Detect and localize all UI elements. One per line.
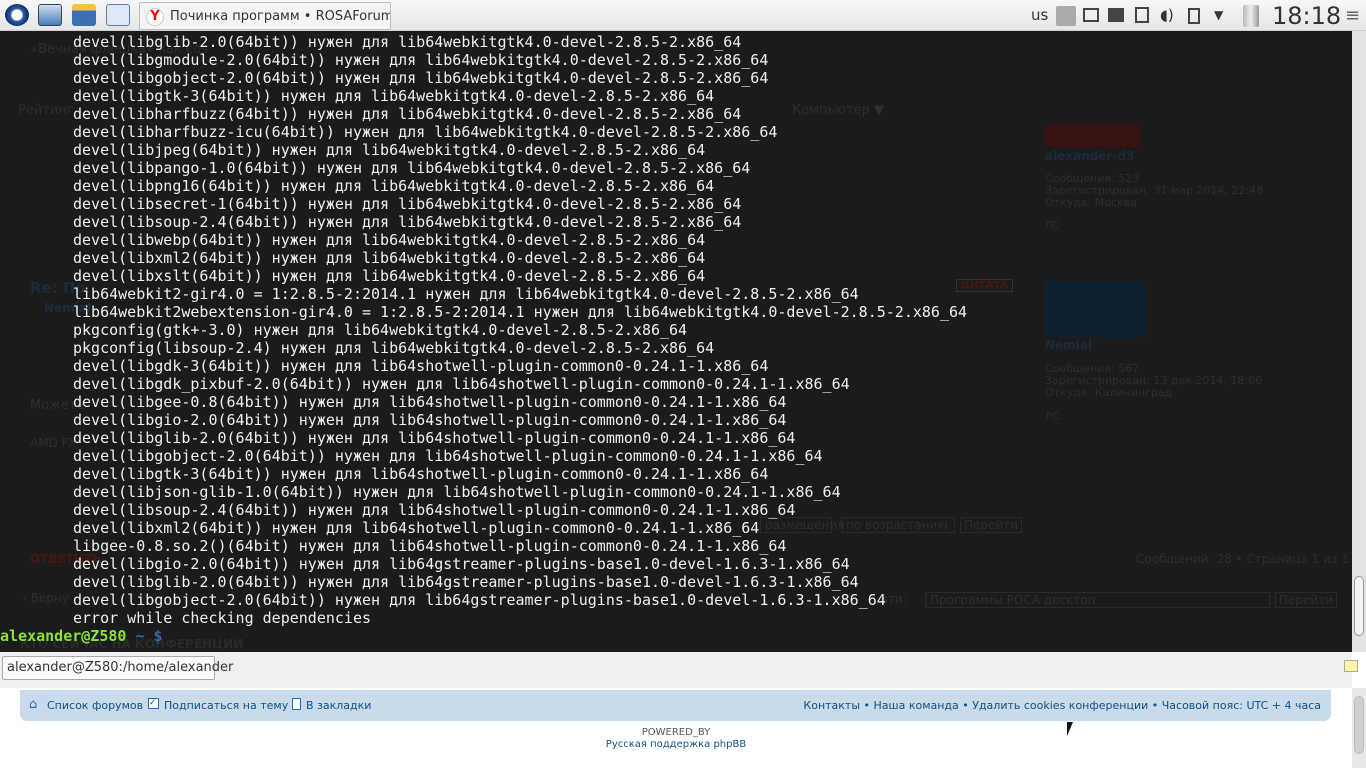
bg-go-button-2: Перейти (1275, 592, 1337, 608)
bg-go-button: Перейти (960, 517, 1022, 533)
footer-right-links[interactable]: Контакты • Наша команда • Удалить cookie… (803, 699, 1321, 712)
label: Откуда: (1045, 196, 1092, 209)
taskbar-window-button[interactable]: Y Починка программ • ROSAForum — (139, 2, 391, 30)
terminal-line: devel(libsoup-2.4(64bit)) нужен для lib6… (73, 213, 742, 231)
value: 31 мар 2014, 22:48 (1153, 184, 1264, 197)
window-title: Починка программ • ROSAForum — (170, 9, 391, 24)
tray-expand-icon[interactable]: ▼ (1214, 0, 1223, 31)
phpbb-support-link[interactable]: Русская поддержка phpBB (0, 739, 1352, 750)
volume-icon[interactable]: ◖) (1160, 0, 1174, 31)
bg-sort-order: по возрастанию (841, 517, 955, 533)
bg-pm-1: ЛС (1045, 220, 1060, 231)
terminal-line: libgee-0.8.so.2()(64bit) нужен для lib64… (73, 537, 787, 555)
terminal-line: devel(libgio-2.0(64bit)) нужен для lib64… (73, 411, 787, 429)
file-manager-icon[interactable] (72, 4, 96, 26)
bg-jump-select: Программы РОСА десктоп (925, 592, 1270, 608)
bg-user-from-2: Откуда: Калининград (1045, 386, 1172, 399)
terminal-line: error while checking dependencies (73, 609, 372, 627)
terminal-line: devel(libsoup-2.4(64bit)) нужен для lib6… (73, 501, 796, 519)
new-tab-icon[interactable] (1344, 660, 1358, 672)
bg-user-from-1: Откуда: Москва (1045, 196, 1137, 209)
terminal-line: devel(libwebp(64bit)) нужен для lib64web… (73, 231, 706, 249)
terminal-line: pkgconfig(libsoup-2.4) нужен для lib64we… (73, 339, 715, 357)
terminal-scrollbar[interactable] (1352, 31, 1366, 652)
terminal-line: devel(libgtk-3(64bit)) нужен для lib64we… (73, 87, 715, 105)
terminal-line: lib64webkit2webextension-gir4.0 = 1:2.8.… (73, 303, 968, 321)
powered-by: POWERED_BY (641, 727, 711, 738)
terminal-scroll-thumb[interactable] (1354, 576, 1364, 636)
clock[interactable]: 18:18 (1272, 1, 1341, 31)
text-editor-icon[interactable] (106, 4, 130, 26)
value: Калининград (1094, 386, 1173, 399)
bg-sort-by: размещения (760, 517, 844, 533)
terminal-line: devel(libpango-1.0(64bit)) нужен для lib… (73, 159, 751, 177)
terminal-line: devel(libglib-2.0(64bit)) нужен для lib6… (73, 429, 796, 447)
taskbar: Y Починка программ • ROSAForum — us ◖) ▼ … (0, 0, 1366, 31)
terminal-line: devel(libgdk-3(64bit)) нужен для lib64sh… (73, 357, 769, 375)
terminal-line: devel(libglib-2.0(64bit)) нужен для lib6… (73, 33, 742, 51)
terminal-line: devel(libharfbuzz(64bit)) нужен для lib6… (73, 105, 742, 123)
home-icon: ⌂ (29, 697, 38, 712)
terminal-line: devel(libgobject-2.0(64bit)) нужен для l… (73, 69, 769, 87)
label: Откуда: (1045, 386, 1092, 399)
bg-signature: AMD FX (30, 436, 77, 450)
clipboard-icon[interactable] (1188, 8, 1200, 24)
terminal-line: devel(libsecret-1(64bit)) нужен для lib6… (73, 195, 742, 213)
terminal-line: devel(libharfbuzz-icu(64bit)) нужен для … (73, 123, 778, 141)
terminal-line: devel(libjpeg(64bit)) нужен для lib64web… (73, 141, 706, 159)
network-icon[interactable] (1135, 7, 1149, 23)
value: Москва (1094, 196, 1137, 209)
terminal-line: pkgconfig(gtk+-3.0) нужен для lib64webki… (73, 321, 688, 339)
bg-avatar-2 (1045, 281, 1145, 337)
bg-quote-button: ЦИТАТА (956, 279, 1013, 292)
desktop-icon[interactable] (38, 4, 62, 26)
terminal-prompt[interactable]: alexander@Z580 ~ $ (0, 627, 163, 645)
terminal-line: devel(libgtk-3(64bit)) нужен для lib64sh… (73, 465, 769, 483)
mouse-cursor-icon (1067, 722, 1073, 736)
rosa-menu-icon[interactable] (5, 4, 29, 26)
checkbox-icon: ✓ (148, 698, 159, 709)
terminal-tab-bar: alexander@Z580:/home/alexander (0, 652, 1358, 688)
terminal-line: devel(libgdk_pixbuf-2.0(64bit)) нужен дл… (73, 375, 850, 393)
window-icon-2[interactable] (1108, 8, 1124, 22)
terminal-line: devel(libpng16(64bit)) нужен для lib64we… (73, 177, 715, 195)
bg-avatar-1 (1045, 125, 1140, 147)
terminal-line: devel(libgobject-2.0(64bit)) нужен для l… (73, 447, 823, 465)
forum-footer-nav: ⌂ Список форумов ✓ Подписаться на тему В… (20, 690, 1331, 721)
browser-scroll-thumb[interactable] (1354, 696, 1364, 754)
bookmark-icon (292, 698, 301, 710)
terminal-line: devel(libgmodule-2.0(64bit)) нужен для l… (73, 51, 769, 69)
yandex-browser-icon: Y (146, 8, 164, 26)
prompt-path: ~ $ (126, 627, 163, 645)
bg-pagination: Сообщений: 28 • Страница 1 из 1 (1136, 552, 1349, 566)
terminal-tab[interactable]: alexander@Z580:/home/alexander (2, 656, 233, 680)
terminal-line: devel(libxml2(64bit)) нужен для lib64web… (73, 249, 706, 267)
antivirus-icon[interactable] (1056, 6, 1076, 26)
forum-list-link[interactable]: Список форумов (47, 699, 143, 712)
terminal-line: devel(libglib-2.0(64bit)) нужен для lib6… (73, 573, 859, 591)
prompt-user: alexander@Z580 (0, 627, 127, 645)
bg-nav-rating: Рейтинг (18, 103, 74, 118)
keyboard-layout[interactable]: us (1031, 0, 1048, 31)
terminal-line: devel(libgobject-2.0(64bit)) нужен для l… (73, 591, 886, 609)
bookmark-link[interactable]: В закладки (306, 699, 371, 712)
bg-back-link: ‹ Верну (22, 591, 69, 605)
bg-pm-2: ЛС (1045, 411, 1060, 422)
bg-nav-computer: Компьютер ▼ (792, 103, 885, 118)
trash-icon[interactable] (1243, 5, 1259, 27)
terminal-line: devel(libgio-2.0(64bit)) нужен для lib64… (73, 555, 850, 573)
window-icon[interactable] (1083, 8, 1099, 22)
terminal-line: lib64webkit2-gir4.0 = 1:2.8.5-2:2014.1 н… (73, 285, 859, 303)
terminal-line: devel(libgee-0.8(64bit)) нужен для lib64… (73, 393, 787, 411)
terminal-line: devel(libxml2(64bit)) нужен для lib64sho… (73, 519, 760, 537)
subscribe-link[interactable]: Подписаться на тему (164, 699, 288, 712)
browser-scrollbar[interactable] (1352, 688, 1366, 768)
panel-menu-icon[interactable]: ≡ (1345, 0, 1360, 31)
terminal-line: devel(libxslt(64bit)) нужен для lib64web… (73, 267, 706, 285)
terminal-line: devel(libjson-glib-1.0(64bit)) нужен для… (73, 483, 841, 501)
bg-user-name-2: Nemial (1045, 338, 1093, 352)
terminal-window[interactable]: «Вечная флешка» как cos Рейтинг Компьюте… (0, 31, 1352, 652)
bg-user-name-1: alexander-d3 (1045, 149, 1135, 163)
